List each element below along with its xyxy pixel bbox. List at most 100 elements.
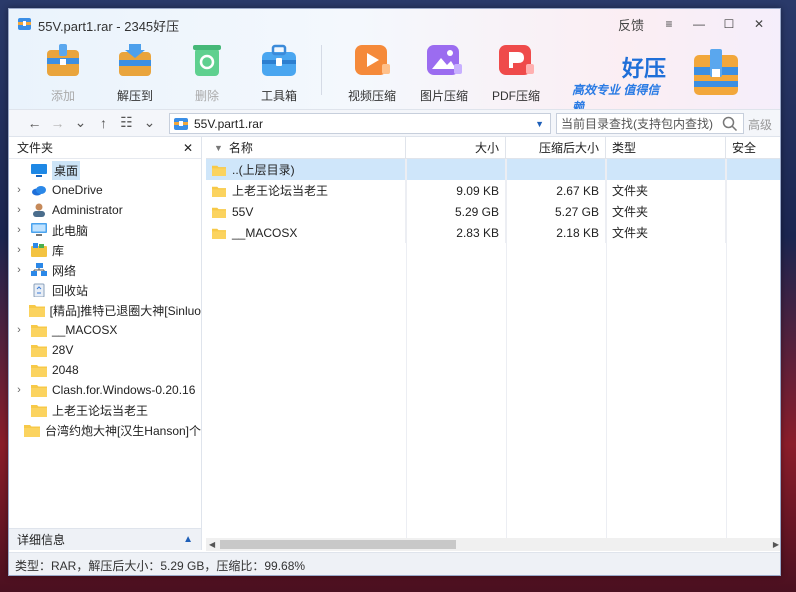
file-size-cell: 5.29 GB [406,201,506,222]
expand-chevron-icon[interactable]: › [13,184,25,196]
sidebar-item-label: __MACOSX [52,323,118,337]
video-compress-button[interactable]: 视频压缩 [336,39,408,104]
back-arrow-icon[interactable]: ← [23,115,46,131]
app-logo-icon [18,18,31,30]
view-mode-icon[interactable]: ☷ [115,114,138,131]
search-field[interactable] [556,113,744,134]
file-row[interactable]: 上老王论坛当老王 9.09 KB 2.67 KB 文件夹 [206,180,780,201]
sidebar-item[interactable]: 28V [9,340,201,360]
file-list-header: ▼ 名称 大小 压缩后大小 类型 安全 [206,137,780,159]
status-bar: 类型：RAR，解压后大小：5.29 GB，压缩比：99.68% [9,552,780,575]
horizontal-scrollbar[interactable]: ◀ ▶ [206,538,780,551]
folder-icon [31,323,47,337]
feedback-link[interactable]: 反馈 [618,15,644,34]
column-guide [406,159,407,538]
column-name-label: 名称 [228,141,253,155]
scroll-right-icon[interactable]: ▶ [773,538,779,551]
up-arrow-icon[interactable]: ↑ [92,115,115,131]
computer-icon [31,223,47,237]
forward-arrow-icon[interactable]: → [46,115,69,131]
sidebar-item-label: 台湾约炮大神[汉生Hanson]个 [44,423,201,438]
folder-icon [212,164,226,176]
expand-chevron-icon[interactable]: › [13,244,25,256]
sidebar-item[interactable]: › __MACOSX [9,320,201,340]
pdf-compress-label: PDF压缩 [491,89,540,103]
path-field[interactable]: 55V.part1.rar ▼ [169,113,551,134]
status-text: 类型：RAR，解压后大小：5.29 GB，压缩比：99.68% [15,558,306,573]
sidebar-item[interactable]: 台湾约炮大神[汉生Hanson]个 [9,420,201,440]
folder-icon [212,185,226,197]
sidebar-item-label: 28V [52,343,74,357]
folder-icon [212,227,226,239]
file-row[interactable]: 55V 5.29 GB 5.27 GB 文件夹 [206,201,780,222]
video-compress-icon [351,39,393,81]
sidebar-item[interactable]: › 网络 [9,260,201,280]
sidebar-item[interactable]: › Clash.for.Windows-0.20.16 [9,380,201,400]
extract-label: 解压到 [116,89,153,103]
file-list: ▼ 名称 大小 压缩后大小 类型 安全 ..(上层目录) 上老王论坛当老王 9.09 … [206,137,780,538]
expand-chevron-icon[interactable]: › [13,324,25,336]
file-name: __MACOSX [232,225,298,240]
column-compressed[interactable]: 压缩后大小 [506,137,606,158]
path-dropdown-icon[interactable]: ▼ [535,119,544,129]
sidebar-item-label: 回收站 [52,283,89,298]
expand-chevron-icon[interactable]: › [13,224,25,236]
toolbar-divider [321,45,322,95]
advanced-search-button[interactable]: 高级 [748,116,772,133]
delete-button[interactable]: 删除 [171,39,243,104]
sidebar-item[interactable]: 桌面 [9,160,201,180]
pdf-compress-icon [495,39,537,81]
column-size[interactable]: 大小 [406,137,506,158]
sidebar-item-label: 网络 [52,263,77,278]
column-type[interactable]: 类型 [606,137,726,158]
file-type-cell: 文件夹 [606,222,726,243]
add-button[interactable]: 添加 [27,39,99,104]
close-button[interactable]: ✕ [744,13,774,35]
file-name-cell: 上老王论坛当老王 [206,180,406,201]
sidebar-item[interactable]: › OneDrive [9,180,201,200]
search-icon[interactable] [721,115,739,133]
scroll-left-icon[interactable]: ◀ [209,538,215,551]
maximize-button[interactable]: ☐ [714,13,744,35]
expand-chevron-icon[interactable]: › [13,264,25,276]
sidebar-item[interactable]: › Administrator [9,200,201,220]
folder-icon [23,423,40,437]
sidebar-item[interactable]: [精品]推特已退圈大神[Sinluo [9,300,201,320]
expand-chevron-icon[interactable]: › [13,204,25,216]
menu-icon[interactable]: ≡ [654,13,684,35]
search-input[interactable] [561,116,721,131]
address-bar: ← → ⌄ ↑ ☷ ⌄ 55V.part1.rar ▼ 高级 [9,109,780,137]
extract-button[interactable]: 解压到 [99,39,171,104]
collapse-up-icon[interactable]: ▲ [183,534,193,545]
file-type-cell [606,159,726,180]
sidebar-item[interactable]: 上老王论坛当老王 [9,400,201,420]
minimize-button[interactable]: — [684,13,714,35]
compressed-size-cell: 2.18 KB [506,222,606,243]
sidebar-item[interactable]: › 库 [9,240,201,260]
close-sidebar-icon[interactable]: ✕ [183,141,193,155]
history-chevron-icon[interactable]: ⌄ [69,114,92,131]
file-name-cell: __MACOSX [206,222,406,243]
recycle-icon [186,39,228,81]
expand-chevron-icon[interactable]: › [13,384,25,396]
image-compress-icon [423,39,465,81]
scroll-thumb[interactable] [220,540,456,549]
cloud-icon [31,183,47,197]
column-security[interactable]: 安全 [726,137,780,158]
image-compress-button[interactable]: 图片压缩 [408,39,480,104]
sidebar-header: 文件夹 ✕ [9,137,201,159]
sidebar-item[interactable]: 2048 [9,360,201,380]
file-row[interactable]: __MACOSX 2.83 KB 2.18 KB 文件夹 [206,222,780,243]
file-size-cell [406,159,506,180]
column-name[interactable]: ▼ 名称 [206,137,406,158]
sidebar-item[interactable]: › 此电脑 [9,220,201,240]
details-panel-toggle[interactable]: 详细信息 ▲ [9,528,201,550]
parent-directory-row[interactable]: ..(上层目录) [206,159,780,180]
pdf-compress-button[interactable]: PDF压缩 [480,39,552,104]
sidebar-item[interactable]: 回收站 [9,280,201,300]
folder-icon [212,206,226,218]
folder-sidebar: 文件夹 ✕ 桌面 › OneDrive › Administrator › 此电脑 › 库 › 网络… [9,137,202,550]
toolbox-button[interactable]: 工具箱 [243,39,315,104]
column-guide [606,159,607,538]
view-chevron-icon[interactable]: ⌄ [138,114,161,131]
